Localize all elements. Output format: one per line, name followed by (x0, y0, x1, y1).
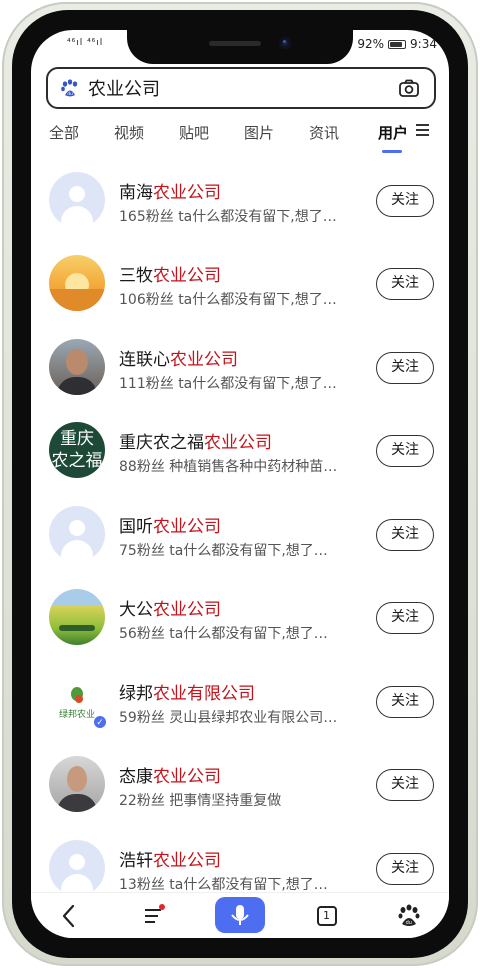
back-icon[interactable] (59, 899, 79, 933)
avatar[interactable] (49, 756, 105, 812)
tab-all[interactable]: 全部 (49, 122, 79, 143)
tabs-count: 1 (323, 909, 330, 922)
tab-users[interactable]: 用户 (378, 122, 408, 143)
baidu-paw-icon[interactable]: du (60, 78, 80, 98)
user-name[interactable]: 国听农业公司 (119, 512, 221, 537)
user-name[interactable]: 三牧农业公司 (119, 261, 221, 286)
notch (127, 30, 353, 64)
category-tabs: 全部 视频 贴吧 图片 资讯 用户 (31, 122, 449, 156)
user-info: 75粉丝 ta什么都没有留下,想了… (119, 543, 328, 559)
bottom-nav: 1 du (31, 892, 449, 938)
screen: ⁴⁶ıl ⁴⁶ıl 92% 9:34 du 农业公司 全部 视频 贴吧 图片 资… (31, 30, 449, 938)
user-name[interactable]: 态康农业公司 (119, 762, 221, 787)
list-item[interactable]: 大公农业公司 56粉丝 ta什么都没有留下,想了… 关注 (31, 577, 449, 660)
menu-icon[interactable] (143, 899, 165, 933)
avatar[interactable] (49, 339, 105, 395)
microphone-icon (231, 905, 249, 925)
avatar[interactable] (49, 172, 105, 228)
user-info: 56粉丝 ta什么都没有留下,想了… (119, 626, 328, 642)
search-bar[interactable]: du 农业公司 (46, 67, 436, 109)
verified-badge-icon: ✓ (93, 715, 107, 729)
logo-dot (75, 695, 83, 703)
svg-text:du: du (406, 920, 412, 926)
user-info: 22粉丝 把事情坚持重复做 (119, 793, 282, 809)
user-name[interactable]: 连联心农业公司 (119, 345, 238, 370)
follow-button[interactable]: 关注 (376, 519, 434, 551)
status-time: 9:34 (410, 37, 437, 51)
svg-text:du: du (67, 91, 73, 97)
user-info: 59粉丝 灵山县绿邦农业有限公司… (119, 710, 338, 726)
baidu-home-icon[interactable]: du (397, 899, 421, 933)
follow-button[interactable]: 关注 (376, 769, 434, 801)
user-info: 165粉丝 ta什么都没有留下,想了… (119, 209, 337, 225)
status-right: 92% 9:34 (357, 37, 437, 51)
camera-icon[interactable] (398, 77, 420, 99)
follow-button[interactable]: 关注 (376, 352, 434, 384)
user-info: 106粉丝 ta什么都没有留下,想了… (119, 292, 337, 308)
tab-tieba[interactable]: 贴吧 (179, 122, 209, 143)
user-name[interactable]: 浩轩农业公司 (119, 846, 221, 871)
follow-button[interactable]: 关注 (376, 686, 434, 718)
tab-news[interactable]: 资讯 (309, 122, 339, 143)
front-camera (279, 37, 291, 49)
tabs-count-button[interactable]: 1 (316, 899, 338, 933)
speaker (209, 41, 261, 46)
avatar[interactable] (49, 840, 105, 896)
list-item[interactable]: 态康农业公司 22粉丝 把事情坚持重复做 关注 (31, 744, 449, 827)
battery-icon (388, 39, 407, 49)
avatar[interactable]: 重庆 农之福 (49, 422, 105, 478)
follow-button[interactable]: 关注 (376, 185, 434, 217)
list-item[interactable]: 国听农业公司 75粉丝 ta什么都没有留下,想了… 关注 (31, 494, 449, 577)
follow-button[interactable]: 关注 (376, 853, 434, 885)
voice-search-button[interactable] (215, 897, 265, 933)
status-signal: ⁴⁶ıl ⁴⁶ıl (67, 38, 104, 48)
follow-button[interactable]: 关注 (376, 268, 434, 300)
tab-video[interactable]: 视频 (114, 122, 144, 143)
user-name[interactable]: 大公农业公司 (119, 595, 221, 620)
search-input[interactable]: 农业公司 (88, 75, 398, 101)
user-name[interactable]: 重庆农之福农业公司 (119, 428, 272, 453)
avatar[interactable] (49, 506, 105, 562)
avatar[interactable] (49, 589, 105, 645)
user-info: 111粉丝 ta什么都没有留下,想了… (119, 376, 337, 392)
user-info: 13粉丝 ta什么都没有留下,想了… (119, 877, 328, 893)
battery-percent: 92% (357, 37, 385, 51)
avatar[interactable] (49, 255, 105, 311)
active-tab-indicator (382, 150, 402, 153)
follow-button[interactable]: 关注 (376, 435, 434, 467)
list-item[interactable]: 重庆 农之福 重庆农之福农业公司 88粉丝 种植销售各种中药材种苗… 关注 (31, 410, 449, 493)
follow-button[interactable]: 关注 (376, 602, 434, 634)
list-item[interactable]: 三牧农业公司 106粉丝 ta什么都没有留下,想了… 关注 (31, 243, 449, 326)
tab-images[interactable]: 图片 (244, 122, 274, 143)
list-item[interactable]: 连联心农业公司 111粉丝 ta什么都没有留下,想了… 关注 (31, 327, 449, 410)
avatar-text: 重庆 农之福 (51, 429, 103, 471)
tab-menu-icon[interactable] (416, 124, 430, 138)
list-item[interactable]: 绿邦农业 ✓ 绿邦农业有限公司 59粉丝 灵山县绿邦农业有限公司… 关注 (31, 661, 449, 744)
user-info: 88粉丝 种植销售各种中药材种苗… (119, 459, 338, 475)
user-name[interactable]: 南海农业公司 (119, 178, 221, 203)
user-name[interactable]: 绿邦农业有限公司 (119, 679, 255, 704)
list-item[interactable]: 南海农业公司 165粉丝 ta什么都没有留下,想了… 关注 (31, 160, 449, 243)
